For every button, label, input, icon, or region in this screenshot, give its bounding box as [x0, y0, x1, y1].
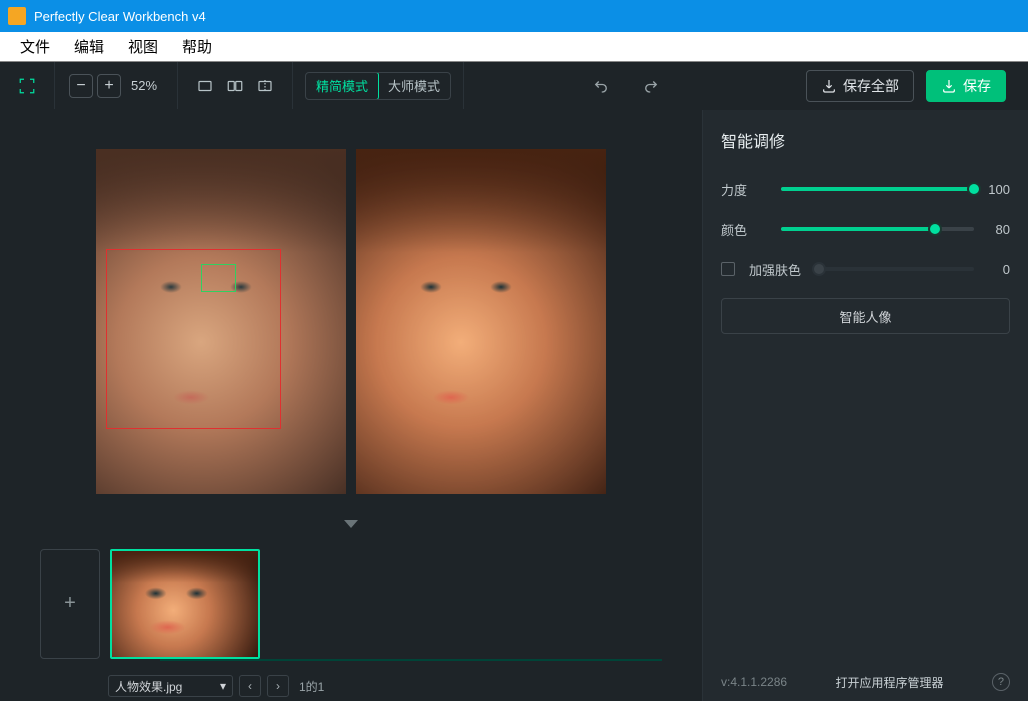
- preview-before[interactable]: [96, 149, 346, 494]
- undo-button[interactable]: [586, 72, 616, 100]
- smart-portrait-label: 智能人像: [839, 307, 891, 326]
- menu-bar: 文件 编辑 视图 帮助: [0, 32, 1028, 62]
- toolbar: − + 52% 精简模式 大师模式 保存全部: [0, 62, 1028, 110]
- save-label: 保存: [963, 76, 991, 96]
- boost-skin-value: 0: [974, 262, 1010, 277]
- next-image-button[interactable]: ›: [267, 675, 289, 697]
- color-value: 80: [974, 222, 1010, 237]
- add-image-button[interactable]: +: [40, 549, 100, 659]
- save-all-label: 保存全部: [843, 76, 899, 96]
- preview-after[interactable]: [356, 149, 606, 494]
- thumbnail-image: [112, 551, 258, 657]
- menu-view[interactable]: 视图: [116, 36, 170, 57]
- window-titlebar: Perfectly Clear Workbench v4: [0, 0, 1028, 32]
- window-title: Perfectly Clear Workbench v4: [34, 9, 206, 24]
- prev-image-button[interactable]: ‹: [239, 675, 261, 697]
- page-info: 1的1: [299, 678, 324, 695]
- mode-toggle: 精简模式 大师模式: [305, 72, 451, 100]
- smart-portrait-button[interactable]: 智能人像: [721, 298, 1010, 334]
- boost-skin-checkbox[interactable]: [721, 262, 735, 276]
- mode-master[interactable]: 大师模式: [378, 73, 450, 99]
- canvas-area: + 人物效果.jpg ▾ ‹ › 1的1: [0, 110, 702, 701]
- save-all-button[interactable]: 保存全部: [806, 70, 914, 102]
- filmstrip-scroll-track[interactable]: [160, 659, 662, 661]
- open-app-manager-link[interactable]: 打开应用程序管理器: [836, 674, 944, 691]
- version-text: v:4.1.1.2286: [721, 675, 787, 689]
- filmstrip-toggle-icon[interactable]: [344, 520, 358, 528]
- fit-screen-icon[interactable]: [12, 72, 42, 100]
- app-logo-icon: [8, 7, 26, 25]
- filmstrip-bottombar: 人物效果.jpg ▾ ‹ › 1的1: [0, 671, 702, 701]
- boost-skin-row: 加强肤色 0: [721, 254, 1010, 284]
- current-file-select[interactable]: 人物效果.jpg ▾: [108, 675, 233, 697]
- boost-skin-slider[interactable]: [819, 267, 974, 271]
- preview-row: [0, 110, 702, 512]
- menu-help[interactable]: 帮助: [170, 36, 224, 57]
- color-label: 颜色: [721, 220, 781, 239]
- filmstrip: +: [0, 536, 702, 671]
- color-row: 颜色 80: [721, 214, 1010, 244]
- redo-button[interactable]: [636, 72, 666, 100]
- thumbnail-selected[interactable]: [110, 549, 260, 659]
- face-detection-box: [106, 249, 281, 429]
- zoom-level: 52%: [131, 78, 157, 93]
- help-icon[interactable]: ?: [992, 673, 1010, 691]
- zoom-in-button[interactable]: +: [97, 74, 121, 98]
- view-single-icon[interactable]: [190, 72, 220, 100]
- view-compare-icon[interactable]: [250, 72, 280, 100]
- main-body: + 人物效果.jpg ▾ ‹ › 1的1 智能调修 力度 100: [0, 110, 1028, 701]
- menu-file[interactable]: 文件: [8, 36, 62, 57]
- adjustments-panel: 智能调修 力度 100 颜色 80 加强肤色 0: [702, 110, 1028, 701]
- panel-footer: v:4.1.1.2286 打开应用程序管理器 ?: [721, 673, 1010, 691]
- strength-label: 力度: [721, 180, 781, 199]
- panel-title: 智能调修: [721, 128, 1010, 152]
- strength-slider[interactable]: [781, 187, 974, 191]
- portrait-after: [356, 149, 606, 494]
- zoom-out-button[interactable]: −: [69, 74, 93, 98]
- view-split-icon[interactable]: [220, 72, 250, 100]
- chevron-down-icon: ▾: [220, 679, 226, 693]
- menu-edit[interactable]: 编辑: [62, 36, 116, 57]
- mode-simple[interactable]: 精简模式: [305, 72, 379, 100]
- current-file-name: 人物效果.jpg: [115, 678, 182, 695]
- boost-skin-label: 加强肤色: [749, 260, 819, 279]
- eye-detection-box: [201, 264, 236, 292]
- save-button[interactable]: 保存: [926, 70, 1006, 102]
- strength-row: 力度 100: [721, 174, 1010, 204]
- color-slider[interactable]: [781, 227, 974, 231]
